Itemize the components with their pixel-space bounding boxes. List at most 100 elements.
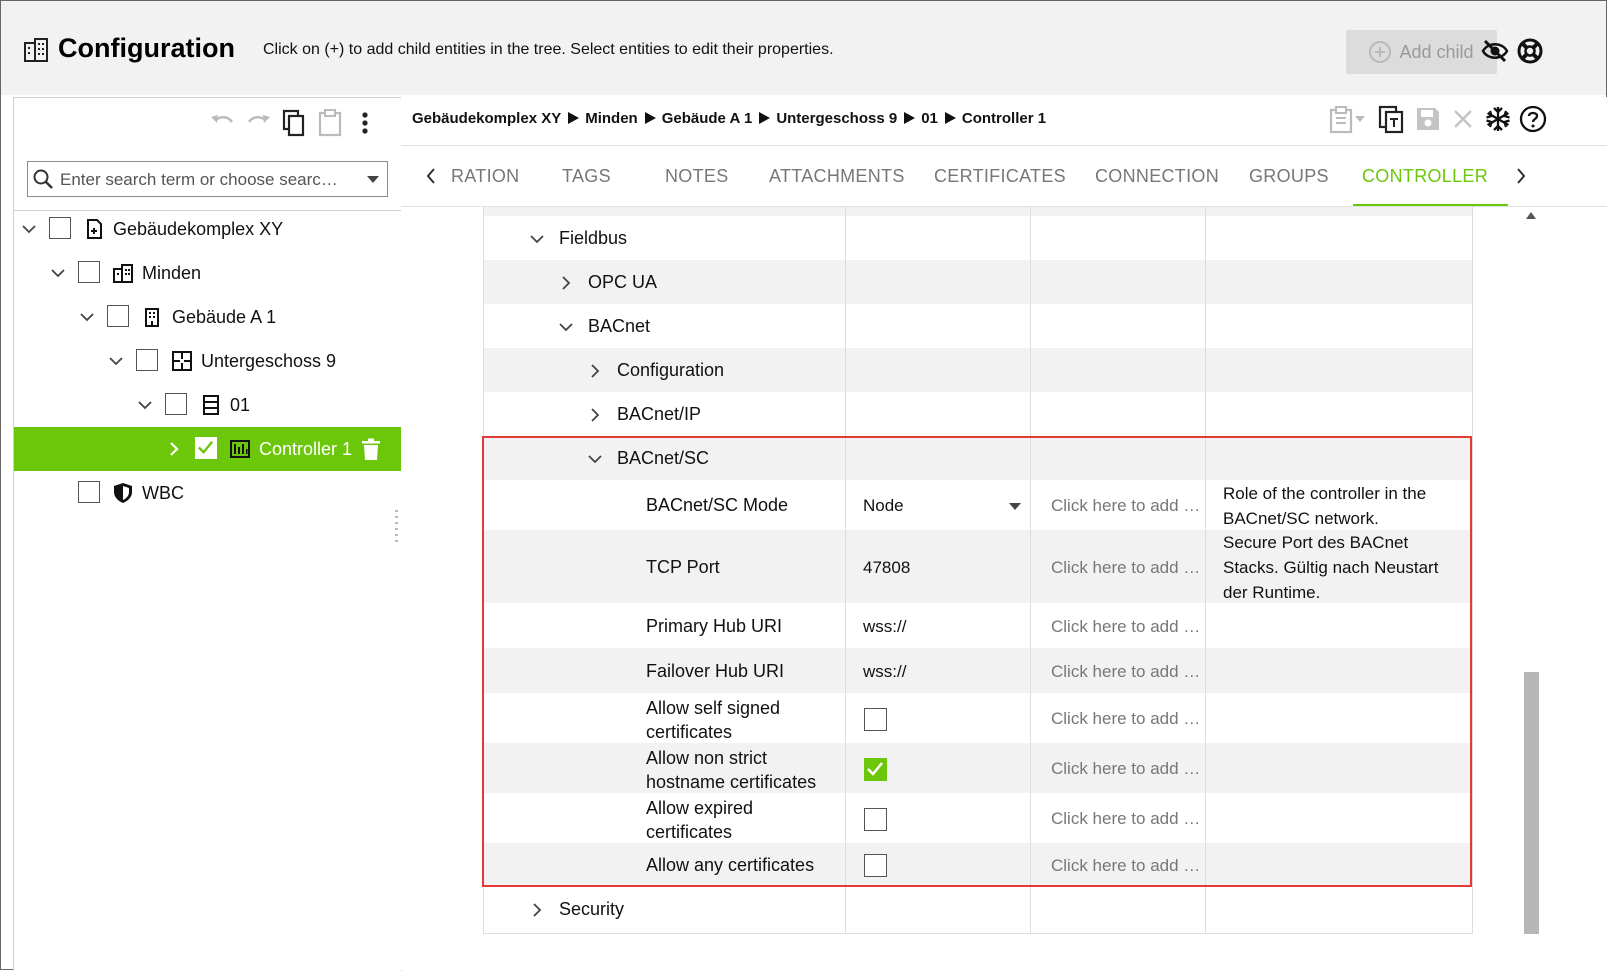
chevron-down-icon[interactable] [108,353,124,369]
tab-certificates[interactable]: CERTIFICATES [934,166,1066,187]
scroll-up-arrow-icon[interactable] [1526,212,1536,219]
add-child-button[interactable]: Add child [1346,30,1497,74]
tab-groups[interactable]: GROUPS [1249,166,1329,187]
add-note-cell[interactable]: Click here to add … [1051,662,1200,682]
tab-controller[interactable]: CONTROLLER [1362,166,1488,187]
chevron-right-icon[interactable] [529,902,545,918]
add-note-cell[interactable]: Click here to add … [1051,617,1200,637]
chevron-down-icon[interactable] [21,221,37,237]
add-note-cell[interactable]: Click here to add … [1051,496,1200,516]
tree-node-checkbox[interactable] [165,393,187,415]
breadcrumb-item[interactable]: Minden [585,110,638,127]
grid-row[interactable]: Security [483,887,1473,934]
grid-row[interactable]: BACnet/SC [483,436,1473,480]
tab-notes[interactable]: NOTES [665,166,729,187]
tree-node-selected[interactable]: Controller 1 [14,427,401,471]
breadcrumb-item[interactable]: Untergeschoss 9 [776,110,897,127]
add-note-cell[interactable]: Click here to add … [1051,558,1200,578]
chevron-down-icon[interactable] [79,309,95,325]
chevron-right-icon[interactable] [587,407,603,423]
add-note-cell[interactable]: Click here to add … [1051,809,1200,829]
close-icon[interactable] [1448,104,1478,134]
grid-row[interactable]: Allow non strict hostname certificates C… [483,743,1473,793]
chevron-down-icon[interactable] [558,319,574,335]
help-icon[interactable] [1518,104,1548,134]
chevron-right-icon[interactable] [587,363,603,379]
property-checkbox[interactable] [864,708,887,731]
breadcrumb-item[interactable]: 01 [921,110,938,127]
grid-row[interactable]: TCP Port 47808 Click here to add … Secur… [483,530,1473,603]
tree-node[interactable]: Untergeschoss 9 [14,339,401,383]
grid-row[interactable]: Allow expired certificates Click here to… [483,793,1473,843]
grid-row[interactable]: BACnet/IP [483,392,1473,436]
property-checkbox[interactable] [864,808,887,831]
tree-node[interactable]: WBC [14,471,401,515]
tree-node[interactable]: Gebäudekomplex XY [14,207,401,251]
chevron-down-icon[interactable] [587,451,603,467]
chevron-down-icon[interactable] [50,265,66,281]
panel-splitter[interactable] [395,508,398,548]
tree-node-checkbox[interactable] [78,481,100,503]
undo-icon[interactable] [208,108,236,138]
grid-row[interactable]: Fieldbus [483,216,1473,260]
grid-row[interactable]: Primary Hub URI wss:// Click here to add… [483,603,1473,648]
property-checkbox-checked[interactable] [864,758,887,781]
tab-connection[interactable]: CONNECTION [1095,166,1219,187]
grid-row[interactable]: Allow any certificates Click here to add… [483,843,1473,887]
tree-node-label: Gebäude A 1 [172,307,277,327]
copy-properties-icon[interactable] [1377,104,1407,134]
grid-row[interactable]: Allow self signed certificates Click her… [483,693,1473,743]
add-note-cell[interactable]: Click here to add … [1051,856,1200,876]
lifebuoy-icon[interactable] [1516,37,1544,65]
chevron-down-icon[interactable] [529,231,545,247]
breadcrumb-item[interactable]: Gebäude A 1 [662,110,753,127]
property-value[interactable]: wss:// [863,617,906,637]
tab-configuration[interactable]: RATION [451,166,519,187]
tree-node-checkbox[interactable] [49,217,71,239]
chevron-down-icon[interactable] [137,397,153,413]
eye-off-icon[interactable] [1481,37,1509,65]
redo-icon[interactable] [245,108,273,138]
copy-icon[interactable] [280,108,308,138]
more-vertical-icon[interactable] [351,108,379,138]
chevron-right-icon[interactable] [1513,166,1529,186]
property-value[interactable]: 47808 [863,558,910,578]
paste-dropdown-icon[interactable] [1327,104,1369,134]
property-checkbox[interactable] [864,854,887,877]
chevron-right-icon[interactable] [558,275,574,291]
tree-node[interactable]: Minden [14,251,401,295]
tree-node-checkbox-checked[interactable] [195,437,217,459]
tree-node-checkbox[interactable] [136,349,158,371]
chevron-left-icon[interactable] [423,166,439,186]
grid-row[interactable]: BACnet/SC Mode Node Click here to add … … [483,480,1473,530]
tree-node-checkbox[interactable] [78,261,100,283]
add-note-cell[interactable]: Click here to add … [1051,709,1200,729]
tab-attachments[interactable]: ATTACHMENTS [769,166,905,187]
grid-row[interactable]: BACnet [483,304,1473,348]
checkmark-icon [198,441,214,455]
grid-row[interactable]: Configuration [483,348,1473,392]
add-note-cell[interactable]: Click here to add … [1051,759,1200,779]
grid-row[interactable]: OPC UA [483,260,1473,304]
chevron-right-icon[interactable] [166,441,182,457]
breadcrumb-item[interactable]: Controller 1 [962,110,1046,127]
scrollbar-thumb[interactable] [1524,672,1539,934]
paste-icon[interactable] [316,108,344,138]
snowflake-icon[interactable] [1483,104,1513,134]
trash-icon[interactable] [359,437,383,461]
tab-tags[interactable]: TAGS [562,166,611,187]
save-icon[interactable] [1413,104,1443,134]
grid-row[interactable]: Failover Hub URI wss:// Click here to ad… [483,648,1473,693]
property-select-value[interactable]: Node [863,496,904,516]
search-field[interactable] [27,161,388,197]
property-label: BACnet/SC Mode [646,495,789,515]
dropdown-arrow-icon[interactable] [1009,503,1021,510]
tree-node-checkbox[interactable] [107,305,129,327]
property-label: TCP Port [646,557,720,577]
property-value[interactable]: wss:// [863,662,906,682]
search-dropdown-icon[interactable] [367,176,379,183]
search-input[interactable] [58,166,362,194]
tree-node[interactable]: Gebäude A 1 [14,295,401,339]
tree-node[interactable]: 01 [14,383,401,427]
breadcrumb-item[interactable]: Gebäudekomplex XY [412,110,561,127]
